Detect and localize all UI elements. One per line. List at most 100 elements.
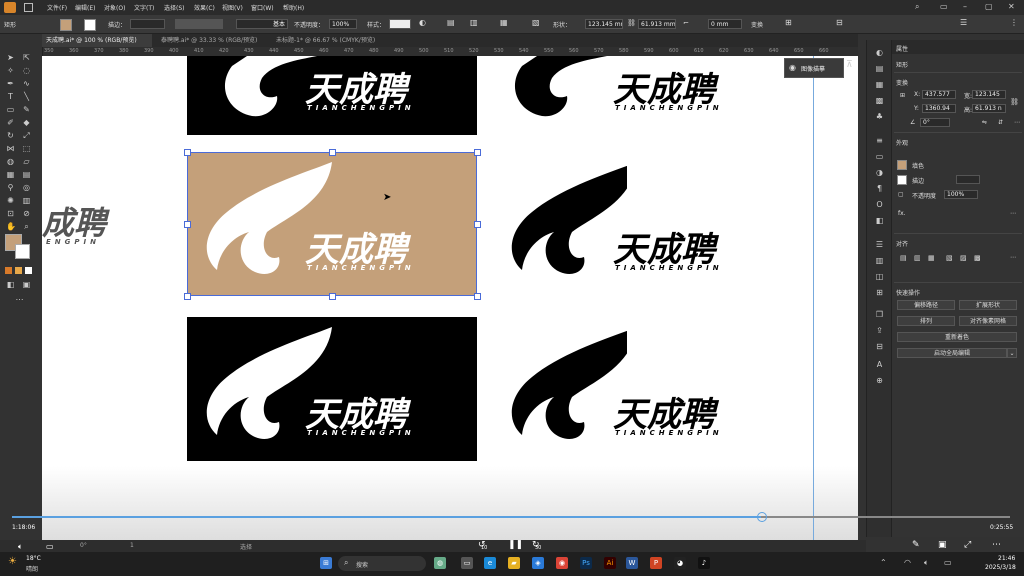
free-transform-icon[interactable]: ⬚ <box>22 144 31 153</box>
menu-file[interactable]: 文件(F) <box>47 3 67 12</box>
illustrator-icon[interactable]: Ai <box>604 557 616 569</box>
align-center-icon[interactable]: ▦ <box>500 18 508 27</box>
chrome-icon[interactable]: ◉ <box>556 557 568 569</box>
opacity-field[interactable]: 100% <box>944 190 978 199</box>
selection-tool-icon[interactable]: ➤ <box>6 53 15 62</box>
arrange-icon[interactable]: ⊟ <box>836 18 843 27</box>
opentype-icon[interactable]: O <box>875 200 884 209</box>
minimize-icon[interactable]: – <box>963 2 967 11</box>
align-bottom-icon[interactable]: ▩ <box>974 254 981 262</box>
align-top-icon[interactable]: ▧ <box>946 254 953 262</box>
paragraph-icon[interactable]: ¶ <box>875 184 884 193</box>
clock-time[interactable]: 21:46 <box>998 555 1015 562</box>
edge-icon[interactable]: e <box>484 557 496 569</box>
qq-icon[interactable]: ◕ <box>674 557 686 569</box>
collapse-icon[interactable]: ⊼ <box>846 60 853 70</box>
shape-builder-icon[interactable]: ◍ <box>6 157 15 166</box>
symbol-sprayer-icon[interactable]: ✺ <box>6 196 15 205</box>
transform-link[interactable]: 变换 <box>751 20 763 29</box>
link-icon[interactable]: ⛓ <box>627 19 636 27</box>
height-field[interactable]: 61.913 mm <box>638 19 676 29</box>
isolate-icon[interactable]: ⊞ <box>785 18 792 27</box>
distribute-icon[interactable]: ▥ <box>470 18 478 27</box>
tab-document-1[interactable]: 天成聘.ai* @ 100 % (RGB/预览) <box>42 34 152 47</box>
selection-handle[interactable] <box>329 293 336 300</box>
logo-card-white-top[interactable]: 天成聘 TIANCHENGPIN <box>507 56 807 135</box>
panel-toggle-icon[interactable]: ☰ <box>960 18 967 27</box>
fill-swatch[interactable] <box>897 160 907 170</box>
reference-point-icon[interactable]: ⊞ <box>900 92 905 99</box>
video-progress-knob[interactable] <box>756 512 767 522</box>
pen-tool-icon[interactable]: ✒ <box>6 79 15 88</box>
logo-card-black-bottom[interactable]: 天成聘 TIANCHENGPIN <box>187 317 477 461</box>
character-icon[interactable]: A <box>875 360 884 369</box>
image-trace-button[interactable]: ◉ 图像描摹 <box>784 58 844 78</box>
guide-line[interactable] <box>813 56 814 540</box>
flip-horizontal-icon[interactable]: ⇋ <box>982 119 987 126</box>
magic-wand-icon[interactable]: ✧ <box>6 66 15 75</box>
menu-select[interactable]: 选择(S) <box>164 3 185 12</box>
graphic-styles-icon[interactable]: ◧ <box>875 216 884 225</box>
expand-shape-button[interactable]: 扩展形状 <box>959 300 1017 310</box>
selection-handle[interactable] <box>474 149 481 156</box>
widgets-icon[interactable]: ◍ <box>434 557 446 569</box>
properties-panel-icon[interactable]: ◐ <box>875 48 884 57</box>
align-right-icon[interactable]: ▦ <box>928 254 935 262</box>
flip-vertical-icon[interactable]: ⇵ <box>998 119 1003 126</box>
weather-temp[interactable]: 18°C <box>26 555 41 562</box>
align-more-icon[interactable]: ⋯ <box>1010 254 1016 261</box>
logo-card-white-bottom[interactable]: 天成聘 TIANCHENGPIN <box>507 317 807 461</box>
clock-date[interactable]: 2025/3/18 <box>985 564 1016 571</box>
selection-handle[interactable] <box>184 149 191 156</box>
width-field[interactable]: 123.145 mm <box>585 19 623 29</box>
picture-in-picture-icon[interactable]: ▣ <box>938 540 947 550</box>
transparency-icon[interactable]: ◑ <box>875 168 884 177</box>
logo-card-black-top[interactable]: 天成聘 TIANCHENGPIN <box>187 56 477 135</box>
menu-type[interactable]: 文字(T) <box>134 3 154 12</box>
tab-document-3[interactable]: 未标题-1* @ 66.67 % (CMYK/预览) <box>272 34 392 47</box>
global-edit-button[interactable]: 启动全局编辑 <box>897 348 1007 358</box>
graph-icon[interactable]: ▥ <box>22 196 31 205</box>
lasso-icon[interactable]: ◌ <box>22 66 31 75</box>
fill-swatch[interactable] <box>60 19 72 31</box>
taskbar-search[interactable]: ⌕ 搜索 <box>338 556 426 571</box>
brush-select[interactable]: 基本 <box>236 19 288 29</box>
selection-handle[interactable] <box>474 293 481 300</box>
selection-handle[interactable] <box>474 221 481 228</box>
file-explorer-icon[interactable]: ▰ <box>508 557 520 569</box>
photoshop-icon[interactable]: Ps <box>580 557 592 569</box>
perspective-icon[interactable]: ▱ <box>22 157 31 166</box>
close-icon[interactable]: ✕ <box>1008 2 1015 11</box>
variable-width-select[interactable] <box>175 19 223 29</box>
align-icon[interactable]: ▤ <box>447 18 455 27</box>
shaper-icon[interactable]: ✐ <box>6 118 15 127</box>
page-number[interactable]: 1 <box>130 542 134 549</box>
zoom-tool-icon[interactable]: ⌕ <box>22 222 31 231</box>
task-view-icon[interactable]: ▭ <box>461 557 473 569</box>
menu-edit[interactable]: 编辑(E) <box>75 3 95 12</box>
stroke-weight-field[interactable] <box>956 175 980 184</box>
gradient-icon[interactable]: ▤ <box>22 170 31 179</box>
fullscreen-icon[interactable]: ⤢ <box>964 540 971 550</box>
fx-button[interactable]: fx. <box>898 210 906 217</box>
x-field[interactable]: 437.577 <box>922 90 956 99</box>
tab-document-2[interactable]: 泰聘聘.ai* @ 33.33 % (RGB/预览) <box>157 34 267 47</box>
style-select[interactable] <box>389 19 411 29</box>
menu-help[interactable]: 帮助(H) <box>283 3 304 12</box>
height-field[interactable]: 61.913 n <box>972 104 1006 113</box>
align-pixel-grid-button[interactable]: 对齐像素网格 <box>959 316 1017 326</box>
mesh-icon[interactable]: ▦ <box>6 170 15 179</box>
store-icon[interactable]: ◈ <box>532 557 544 569</box>
type-tool-icon[interactable]: T <box>6 92 15 101</box>
width-tool-icon[interactable]: ⋈ <box>6 144 15 153</box>
menu-object[interactable]: 对象(O) <box>104 3 125 12</box>
none-mode-icon[interactable] <box>25 267 32 274</box>
edit-toolbar-icon[interactable]: ⋯ <box>15 295 24 304</box>
align-panel-icon[interactable]: ▥ <box>875 256 884 265</box>
stroke-swatch[interactable] <box>897 175 907 185</box>
links-icon[interactable]: ⊟ <box>875 342 884 351</box>
opacity-field[interactable]: 100% <box>329 19 357 29</box>
asset-export-icon[interactable]: ⇪ <box>875 326 884 335</box>
start-icon[interactable]: ⊞ <box>320 557 332 569</box>
workspace-icon[interactable]: ▭ <box>940 2 948 11</box>
